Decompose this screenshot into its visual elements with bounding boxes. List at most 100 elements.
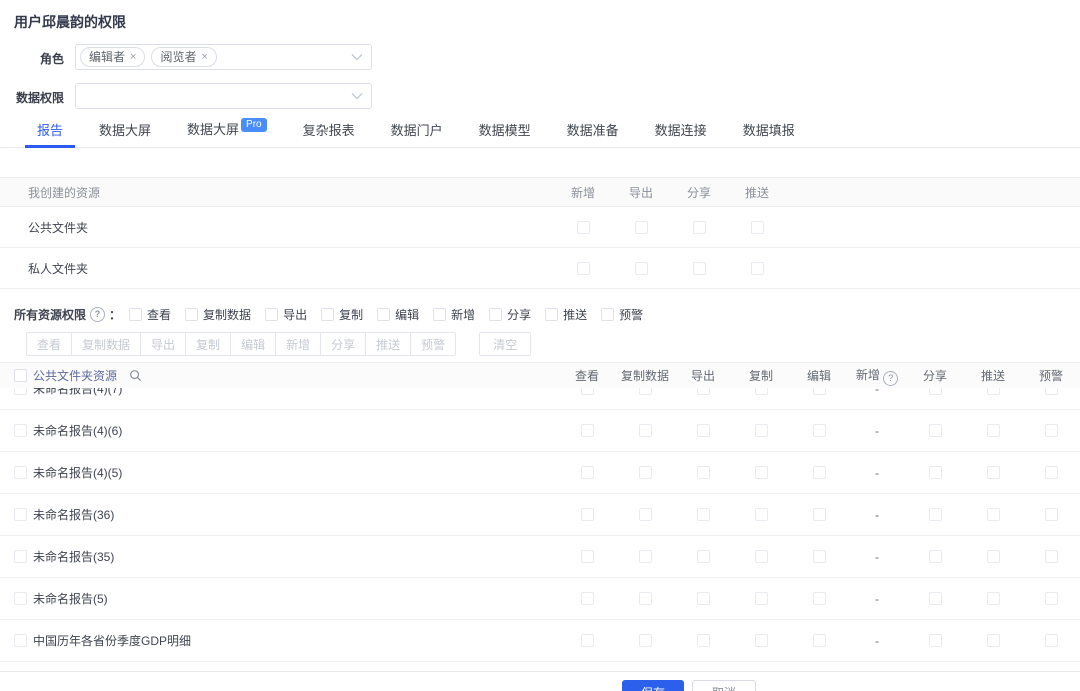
permission-checkbox[interactable]: [986, 466, 1000, 479]
permission-checkbox[interactable]: [545, 308, 559, 321]
save-button[interactable]: 保存: [621, 680, 684, 691]
permission-checkbox[interactable]: [754, 508, 768, 521]
permission-option[interactable]: 分享: [489, 306, 531, 323]
table-row[interactable]: 未命名报告(4)(6) -: [0, 410, 1080, 452]
permission-option[interactable]: 复制: [321, 306, 363, 323]
tab[interactable]: 数据填报: [731, 120, 807, 147]
table-row[interactable]: 未命名报告(4)(5) -: [0, 452, 1080, 494]
permission-button[interactable]: 复制数据: [71, 332, 142, 356]
cancel-button[interactable]: 取消: [692, 680, 757, 691]
permission-option[interactable]: 导出: [265, 306, 307, 323]
permission-checkbox[interactable]: [754, 550, 768, 563]
permission-checkbox[interactable]: [696, 592, 710, 605]
permission-checkbox[interactable]: [129, 308, 143, 321]
permission-checkbox[interactable]: [638, 508, 652, 521]
permission-checkbox[interactable]: [634, 261, 648, 275]
permission-checkbox[interactable]: [928, 634, 942, 647]
tab[interactable]: 数据大屏: [87, 120, 163, 147]
row-select-checkbox[interactable]: [14, 508, 27, 521]
permission-checkbox[interactable]: [580, 388, 594, 395]
permission-button[interactable]: 预警: [410, 332, 457, 356]
row-select-checkbox[interactable]: [14, 550, 27, 563]
permission-checkbox[interactable]: [986, 634, 1000, 647]
permission-button[interactable]: 分享: [320, 332, 367, 356]
tab[interactable]: 数据连接: [643, 120, 719, 147]
permission-checkbox[interactable]: [1044, 466, 1058, 479]
permission-checkbox[interactable]: [928, 592, 942, 605]
row-select-checkbox[interactable]: [14, 424, 27, 437]
search-icon[interactable]: [129, 369, 142, 382]
permission-checkbox[interactable]: [754, 388, 768, 395]
permission-checkbox[interactable]: [812, 388, 826, 395]
permission-checkbox[interactable]: [489, 308, 503, 321]
clear-button[interactable]: 清空: [479, 332, 532, 356]
table-row[interactable]: 未命名报告(5) -: [0, 578, 1080, 620]
permission-checkbox[interactable]: [580, 592, 594, 605]
permission-checkbox[interactable]: [928, 508, 942, 521]
permission-checkbox[interactable]: [928, 388, 942, 395]
row-select-checkbox[interactable]: [14, 388, 27, 395]
permission-checkbox[interactable]: [812, 634, 826, 647]
chevron-down-icon[interactable]: [351, 93, 363, 100]
row-select-checkbox[interactable]: [14, 592, 27, 605]
tab[interactable]: 数据大屏 Pro: [175, 118, 279, 147]
permission-checkbox[interactable]: [638, 466, 652, 479]
permission-checkbox[interactable]: [696, 424, 710, 437]
permission-checkbox[interactable]: [754, 634, 768, 647]
tab[interactable]: 数据准备: [555, 120, 631, 147]
permission-button[interactable]: 导出: [140, 332, 187, 356]
role-tag[interactable]: 编辑者 ×: [80, 47, 146, 67]
permission-checkbox[interactable]: [433, 308, 447, 321]
permission-checkbox[interactable]: [1044, 508, 1058, 521]
permission-checkbox[interactable]: [580, 634, 594, 647]
permission-checkbox[interactable]: [377, 308, 391, 321]
tab[interactable]: 数据门户: [379, 120, 455, 147]
permission-option[interactable]: 编辑: [377, 306, 419, 323]
permission-checkbox[interactable]: [638, 388, 652, 395]
permission-checkbox[interactable]: [750, 220, 764, 234]
remove-tag-icon[interactable]: ×: [130, 51, 136, 63]
permission-checkbox[interactable]: [185, 308, 199, 321]
permission-checkbox[interactable]: [580, 508, 594, 521]
select-all-checkbox[interactable]: [14, 369, 27, 382]
permission-checkbox[interactable]: [1044, 388, 1058, 395]
permission-checkbox[interactable]: [754, 592, 768, 605]
permission-checkbox[interactable]: [986, 388, 1000, 395]
permission-checkbox[interactable]: [986, 508, 1000, 521]
permission-checkbox[interactable]: [576, 261, 590, 275]
tab[interactable]: 报告: [25, 120, 76, 148]
permission-checkbox[interactable]: [580, 466, 594, 479]
tab[interactable]: 复杂报表: [291, 120, 367, 147]
permission-button[interactable]: 推送: [365, 332, 412, 356]
permission-checkbox[interactable]: [928, 424, 942, 437]
permission-checkbox[interactable]: [638, 634, 652, 647]
permission-checkbox[interactable]: [696, 388, 710, 395]
permission-option[interactable]: 复制数据: [185, 306, 251, 323]
permission-button[interactable]: 新增: [275, 332, 322, 356]
permission-checkbox[interactable]: [696, 634, 710, 647]
permission-checkbox[interactable]: [812, 508, 826, 521]
permission-button[interactable]: 查看: [26, 332, 73, 356]
chevron-down-icon[interactable]: [351, 54, 363, 61]
permission-checkbox[interactable]: [1044, 592, 1058, 605]
permission-checkbox[interactable]: [986, 550, 1000, 563]
permission-checkbox[interactable]: [696, 508, 710, 521]
permission-checkbox[interactable]: [754, 424, 768, 437]
permission-checkbox[interactable]: [696, 466, 710, 479]
permission-checkbox[interactable]: [928, 550, 942, 563]
permission-option[interactable]: 推送: [545, 306, 587, 323]
permission-checkbox[interactable]: [1044, 424, 1058, 437]
permission-option[interactable]: 新增: [433, 306, 475, 323]
table-row[interactable]: 私人文件夹: [0, 248, 1080, 289]
permission-checkbox[interactable]: [812, 592, 826, 605]
permission-checkbox[interactable]: [986, 424, 1000, 437]
permission-checkbox[interactable]: [601, 308, 615, 321]
permission-checkbox[interactable]: [812, 466, 826, 479]
permission-checkbox[interactable]: [1044, 550, 1058, 563]
permission-checkbox[interactable]: [1044, 634, 1058, 647]
permission-checkbox[interactable]: [265, 308, 279, 321]
permission-checkbox[interactable]: [638, 550, 652, 563]
table-row[interactable]: 未命名报告(36) -: [0, 494, 1080, 536]
role-tag[interactable]: 阅览者 ×: [151, 47, 217, 67]
permission-checkbox[interactable]: [580, 550, 594, 563]
